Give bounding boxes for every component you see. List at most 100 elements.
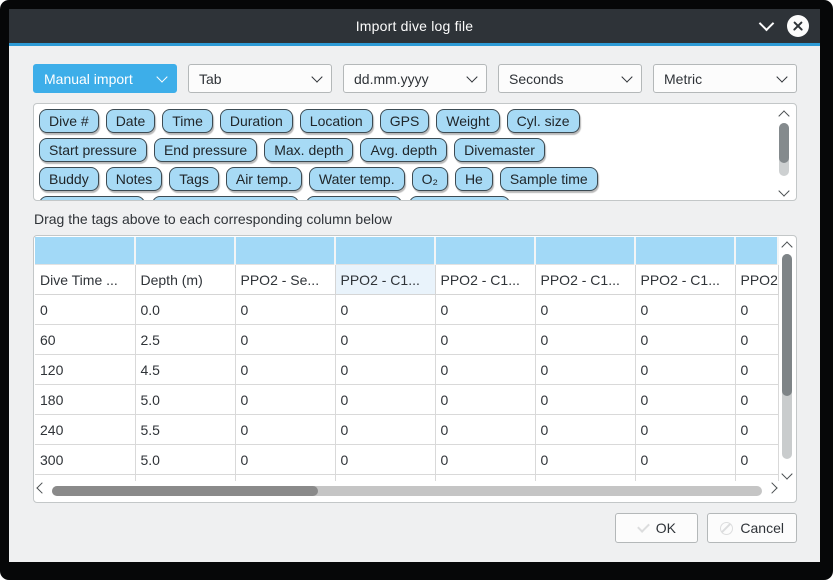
tag-sample-cns[interactable]: Sample CNS <box>409 196 510 201</box>
tag-divemaster[interactable]: Divemaster <box>454 138 545 162</box>
tag-row: Sample depth Sample temperature Sample pO₂… <box>39 196 770 201</box>
format-select-tab[interactable]: Tab <box>188 64 332 93</box>
tag-sample-po[interactable]: Sample pO₂ <box>306 196 401 201</box>
tag-location[interactable]: Location <box>300 109 373 133</box>
table-cell: 0 <box>735 385 778 415</box>
tag-water-temp[interactable]: Water temp. <box>309 167 405 191</box>
table-cell: 0 <box>35 295 135 325</box>
cancel-button-label: Cancel <box>740 520 784 536</box>
tag-start-pressure[interactable]: Start pressure <box>39 138 147 162</box>
table-cell: 300 <box>35 445 135 475</box>
tag-air-temp[interactable]: Air temp. <box>226 167 302 191</box>
drag-instruction-label: Drag the tags above to each correspondin… <box>34 211 796 227</box>
format-select-seconds[interactable]: Seconds <box>498 64 642 93</box>
tag-tags[interactable]: Tags <box>169 167 219 191</box>
tag-avg-depth[interactable]: Avg. depth <box>360 138 447 162</box>
cancel-button[interactable]: Cancel <box>707 513 797 543</box>
scroll-right-icon[interactable] <box>766 482 777 493</box>
table-cell: 0 <box>335 415 435 445</box>
tag-sample-time[interactable]: Sample time <box>500 167 598 191</box>
drop-target-cell[interactable] <box>635 237 735 265</box>
tag-he[interactable]: He <box>455 167 493 191</box>
table-row: 00.0000000 <box>35 295 778 325</box>
column-header: PPO2 <box>735 265 778 295</box>
scroll-left-icon[interactable] <box>36 482 47 493</box>
drop-target-cell[interactable] <box>135 237 235 265</box>
drop-target-cell[interactable] <box>735 237 778 265</box>
tag-o[interactable]: O₂ <box>412 167 448 191</box>
chevron-down-icon <box>311 71 322 82</box>
ok-button[interactable]: OK <box>615 513 698 543</box>
select-value: Metric <box>664 71 702 87</box>
table-cell <box>535 475 635 482</box>
table-cell <box>335 475 435 482</box>
tags-vertical-scrollbar[interactable] <box>777 108 792 196</box>
close-icon[interactable] <box>787 15 809 37</box>
table-cell: 0 <box>335 385 435 415</box>
scroll-up-icon[interactable] <box>778 110 789 121</box>
table-cell: 180 <box>35 385 135 415</box>
scrollbar-thumb[interactable] <box>782 254 792 396</box>
tag-buddy[interactable]: Buddy <box>39 167 99 191</box>
table-cell <box>435 475 535 482</box>
table-row: 2405.5000000 <box>35 415 778 445</box>
drop-target-row <box>35 237 778 265</box>
table-cell: 5.0 <box>135 445 235 475</box>
tag-weight[interactable]: Weight <box>436 109 499 133</box>
table-cell <box>735 475 778 482</box>
tag-cyl-size[interactable]: Cyl. size <box>507 109 580 133</box>
table-horizontal-scrollbar[interactable] <box>37 482 777 500</box>
tag-date[interactable]: Date <box>106 109 156 133</box>
table-cell: 0 <box>335 325 435 355</box>
tag-end-pressure[interactable]: End pressure <box>154 138 257 162</box>
select-value: Seconds <box>509 71 563 87</box>
column-header: Depth (m) <box>135 265 235 295</box>
chevron-down-icon <box>621 71 632 82</box>
format-select-manual-import[interactable]: Manual import <box>33 64 177 93</box>
tag-dive[interactable]: Dive # <box>39 109 99 133</box>
format-select-dd-mm-yyyy[interactable]: dd.mm.yyyy <box>343 64 487 93</box>
drop-target-cell[interactable] <box>235 237 335 265</box>
tag-notes[interactable]: Notes <box>106 167 163 191</box>
table-cell <box>635 475 735 482</box>
tag-sample-depth[interactable]: Sample depth <box>39 196 145 201</box>
chevron-down-icon[interactable] <box>759 16 775 32</box>
table-cell: 0 <box>235 295 335 325</box>
drop-target-cell[interactable] <box>35 237 135 265</box>
scrollbar-thumb[interactable] <box>52 486 318 496</box>
table-cell: 60 <box>35 325 135 355</box>
dialog-button-row: OK Cancel <box>33 513 797 543</box>
import-dialog: Import dive log file Manual import Tab dd.… <box>9 9 820 562</box>
format-select-metric[interactable]: Metric <box>653 64 797 93</box>
chevron-down-icon <box>776 71 787 82</box>
titlebar-buttons <box>761 9 809 43</box>
scroll-up-icon[interactable] <box>781 241 792 252</box>
table-cell: 4.5 <box>135 355 235 385</box>
select-value: Tab <box>199 71 222 87</box>
drop-target-cell[interactable] <box>435 237 535 265</box>
tag-sample-temperature[interactable]: Sample temperature <box>152 196 299 201</box>
format-toolbar: Manual import Tab dd.mm.yyyy Seconds Metric <box>33 64 797 93</box>
table-cell: 0 <box>435 295 535 325</box>
scroll-down-icon[interactable] <box>781 468 792 479</box>
drop-target-cell[interactable] <box>535 237 635 265</box>
table-cell: 0 <box>735 445 778 475</box>
titlebar[interactable]: Import dive log file <box>9 9 820 43</box>
tag-row: Buddy NotesTags Air temp. Water temp. O₂ He Sa… <box>39 167 770 191</box>
scroll-down-icon[interactable] <box>778 185 789 196</box>
table-cell: 0 <box>635 385 735 415</box>
table-row: 1805.0000000 <box>35 385 778 415</box>
table-cell <box>35 475 135 482</box>
preview-table: Dive Time ...Depth (m)PPO2 - Se...PPO2 -… <box>35 237 779 481</box>
tag-duration[interactable]: Duration <box>220 109 293 133</box>
scrollbar-thumb[interactable] <box>779 123 789 163</box>
tag-max-depth[interactable]: Max. depth <box>264 138 353 162</box>
table-cell <box>135 475 235 482</box>
drop-target-cell[interactable] <box>335 237 435 265</box>
tag-gps[interactable]: GPS <box>380 109 430 133</box>
preview-table-area: Dive Time ...Depth (m)PPO2 - Se...PPO2 -… <box>35 237 779 481</box>
tags-container: Dive # DateTime Duration Location GPSWeight C… <box>39 109 770 201</box>
tag-time[interactable]: Time <box>162 109 213 133</box>
table-vertical-scrollbar[interactable] <box>779 237 795 481</box>
table-cell: 0 <box>635 415 735 445</box>
